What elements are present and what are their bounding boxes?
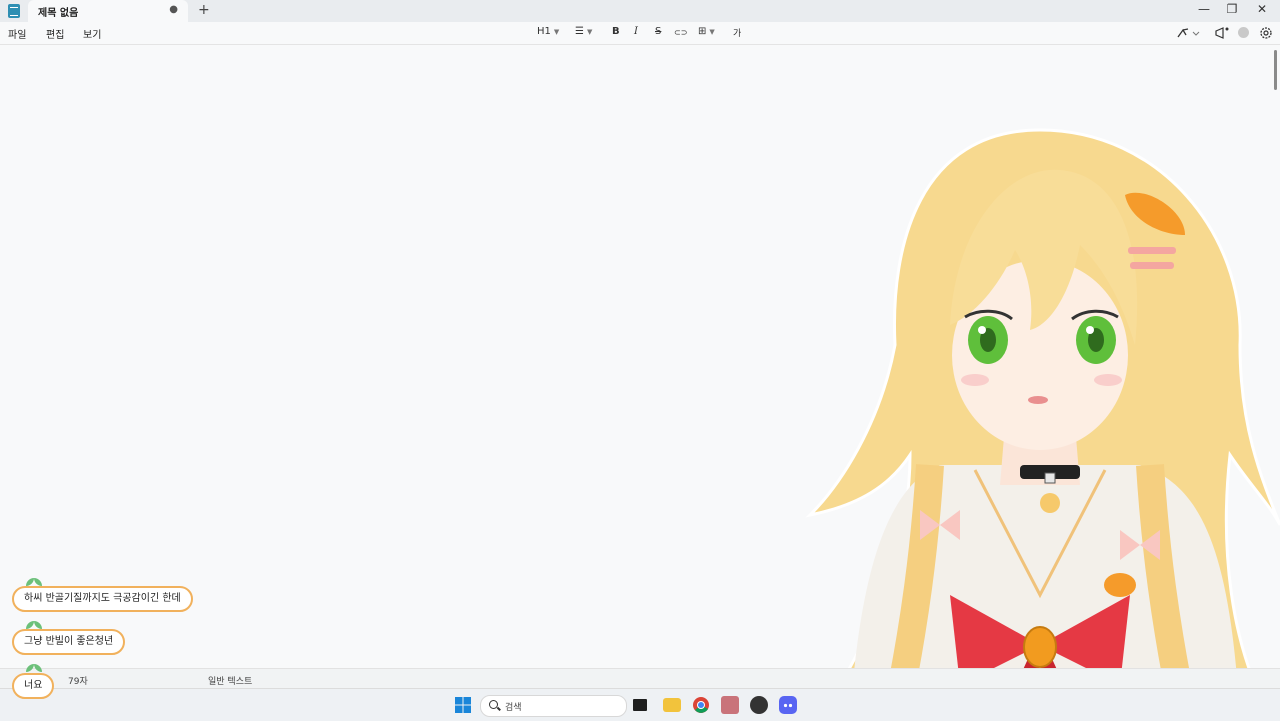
menu-bar: 파일 편집 보기 H1 ▼ ☰ ▼ B I S ⊂⊃ ⊞ ▼ 가 — [0, 22, 1280, 45]
maximize-button[interactable]: ❐ — [1222, 2, 1242, 16]
chat-message: 그냥 반빌이 좋은청년 — [12, 629, 126, 655]
notepad-app-icon — [8, 4, 20, 18]
close-button[interactable]: ✕ — [1252, 2, 1272, 16]
chevron-down-icon: ▼ — [709, 28, 715, 36]
search-icon — [489, 700, 498, 709]
leaf-icon — [26, 621, 42, 629]
taskbar: 검색 — [0, 688, 1280, 721]
account-icon[interactable] — [1238, 27, 1249, 38]
text-format[interactable]: 일반 텍스트 — [208, 674, 252, 687]
file-explorer-icon[interactable] — [663, 698, 681, 712]
taskbar-search-input[interactable]: 검색 — [480, 695, 627, 717]
heading-dropdown[interactable]: H1 ▼ — [537, 26, 559, 37]
italic-button[interactable]: I — [634, 26, 638, 37]
new-tab-button[interactable]: + — [198, 2, 210, 18]
unsaved-dot-icon[interactable]: ● — [169, 4, 178, 15]
character-count: 79자 — [68, 677, 88, 687]
heading-label: H1 — [537, 26, 551, 37]
menu-edit[interactable]: 편집 — [46, 26, 64, 41]
settings-gear-icon[interactable] — [1259, 26, 1273, 40]
tab-untitled[interactable]: 제목 없음 ● — [28, 0, 188, 22]
megaphone-icon[interactable] — [1214, 26, 1230, 40]
menu-file[interactable]: 파일 — [8, 26, 26, 41]
bold-button[interactable]: B — [612, 26, 620, 37]
leaf-icon — [26, 664, 42, 672]
menu-view[interactable]: 보기 — [83, 26, 101, 41]
chat-message: 하씨 반골기질까지도 극공감이긴 한데 — [12, 586, 193, 612]
vertical-scrollbar[interactable] — [1274, 50, 1277, 90]
streaming-app-icon[interactable] — [721, 696, 739, 714]
app-icon[interactable] — [750, 696, 768, 714]
chat-message: 너요 — [12, 673, 55, 699]
leaf-icon — [26, 578, 42, 586]
task-view-icon[interactable] — [633, 699, 647, 711]
vtuber-avatar-image — [805, 128, 1280, 720]
table-dropdown[interactable]: ⊞ ▼ — [698, 26, 715, 37]
table-icon: ⊞ — [698, 26, 707, 37]
minimize-button[interactable]: — — [1194, 2, 1214, 16]
discord-icon[interactable] — [779, 696, 797, 714]
tab-title: 제목 없음 — [38, 8, 79, 19]
link-button[interactable]: ⊂⊃ — [674, 28, 687, 37]
spellcheck-button[interactable]: 가 — [733, 26, 741, 39]
title-bar: 제목 없음 ● + — ❐ ✕ — [0, 0, 1280, 22]
list-dropdown[interactable]: ☰ ▼ — [575, 26, 592, 37]
search-placeholder: 검색 — [505, 703, 522, 713]
chrome-icon[interactable] — [692, 696, 710, 714]
chevron-down-icon: ▼ — [586, 28, 593, 36]
copilot-icon[interactable] — [1176, 26, 1202, 40]
windows-start-icon[interactable] — [455, 697, 471, 713]
status-bar: 79자 일반 텍스트 — [0, 668, 1280, 689]
chevron-down-icon: ▼ — [553, 28, 560, 36]
strikethrough-button[interactable]: S — [655, 26, 661, 37]
list-icon: ☰ — [575, 26, 584, 37]
